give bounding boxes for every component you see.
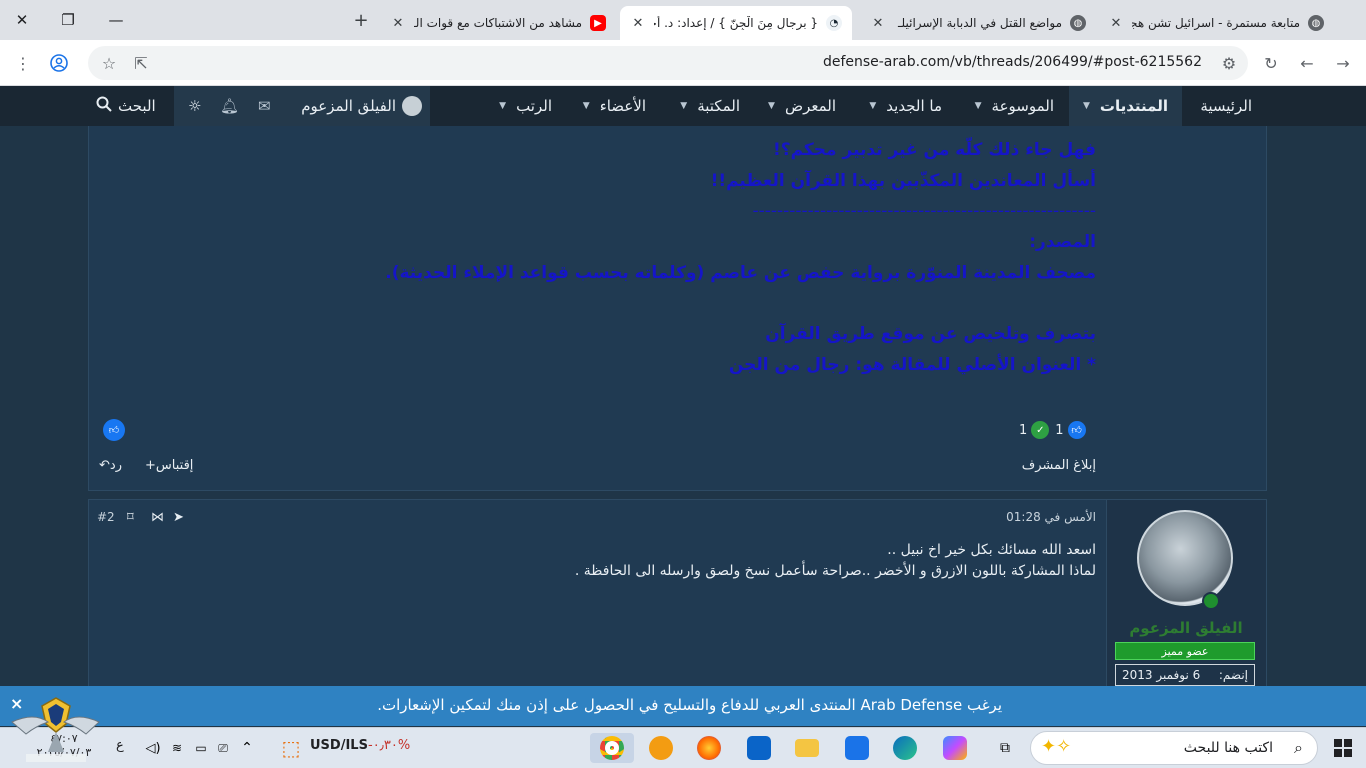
taskbar-search-input[interactable]: ⌕ اكتب هنا للبحث ✦✧ <box>1030 731 1318 765</box>
like-button[interactable]: 👍︎ <box>103 419 125 441</box>
notification-permission-bar: يرغب Arab Defense المنتدى العربي للدفاع … <box>0 686 1366 726</box>
avatar[interactable] <box>1137 510 1233 606</box>
nav-gallery[interactable]: المعرض ▼ <box>768 86 836 126</box>
window-restore-button[interactable]: ❐ <box>46 0 90 40</box>
nav-ranks[interactable]: الرتب ▼ <box>499 86 552 126</box>
chevron-down-icon[interactable]: ▼ <box>499 101 506 111</box>
thumbs-up-icon: 👍︎ <box>1067 421 1086 439</box>
browser-tab[interactable]: ◍ متابعة مستمرة - اسرائيل تشن هجـ ✕ <box>1098 6 1334 40</box>
youtube-icon: ▶ <box>590 15 606 31</box>
chevron-down-icon[interactable]: ▼ <box>768 101 775 111</box>
share-telegram-icon[interactable]: ➤ <box>173 510 184 525</box>
notification-message[interactable]: يرغب Arab Defense المنتدى العربي للدفاع … <box>377 696 1002 714</box>
post-number[interactable]: #2 <box>97 510 115 524</box>
profile-icon[interactable] <box>44 48 74 78</box>
tab-close-icon[interactable]: ✕ <box>390 16 406 31</box>
browser-toolbar: ⋮ ☆ ⇱ defense-arab.com/vb/threads/206499… <box>0 40 1366 86</box>
post-date[interactable]: الأمس في 01:28 <box>1006 510 1096 524</box>
browser-tab[interactable]: ▶ مشاهد من الاشتباكات مع قوات الـ ✕ <box>380 6 616 40</box>
post-author-sidebar: الفيلق المزعوم عضو مميز إنضم: 6 نوفمبر 2… <box>1106 500 1266 700</box>
forum-logo-watermark-icon <box>11 697 100 762</box>
author-name[interactable]: الفيلق المزعوم <box>1106 619 1266 637</box>
site-settings-icon[interactable]: ⚙ <box>1214 48 1244 78</box>
windows-taskbar: ⌕ اكتب هنا للبحث ✦✧ ⧉ -٠٫٣٠% USD/ILS ⬚ ⌃… <box>0 727 1366 768</box>
address-bar[interactable]: ☆ ⇱ defense-arab.com/vb/threads/206499/#… <box>88 46 1248 80</box>
tab-close-icon[interactable]: ✕ <box>630 16 646 31</box>
site-favicon-icon: ◔ <box>826 15 842 31</box>
volume-icon[interactable]: ◁) <box>136 733 170 763</box>
browser-tab[interactable]: ◍ مواضع القتل في الدبابة الإسرائيلـ ✕ <box>860 6 1096 40</box>
search-icon: ⌕ <box>1294 738 1303 757</box>
edge-icon[interactable] <box>888 733 922 763</box>
window-close-button[interactable]: ✕ <box>0 0 44 40</box>
nav-home[interactable]: الرئيسية <box>1200 86 1252 126</box>
forward-icon[interactable]: ← <box>1292 48 1322 78</box>
avatar <box>402 96 422 116</box>
bell-icon[interactable]: 🔔︎ <box>220 86 239 126</box>
share-icon[interactable]: ⋈ <box>151 510 164 525</box>
user-title-badge: عضو مميز <box>1115 642 1255 660</box>
lightbulb-icon[interactable]: ☼ <box>188 86 201 126</box>
forum-navigation: الرئيسية المنتديات ▼ الموسوعة ▼ ما الجديد ▼… <box>0 86 1366 126</box>
new-tab-button[interactable]: + <box>350 8 372 32</box>
globe-icon: ◍ <box>1070 15 1086 31</box>
nav-forums[interactable]: المنتديات ▼ <box>1068 86 1182 126</box>
online-status-icon <box>1202 592 1220 610</box>
reply-arrow-icon: ↶ <box>99 458 110 473</box>
tab-close-icon[interactable]: ✕ <box>1108 16 1124 31</box>
ticker-change: -٠٫٣٠% <box>368 738 411 753</box>
browser-menu-icon[interactable]: ⋮ <box>8 48 38 78</box>
post-message: فهل جاء ذلك كلّه من غير تدبير محكم؟! أسأ… <box>88 126 1267 491</box>
nav-encyclopedia[interactable]: الموسوعة ▼ <box>975 86 1054 126</box>
window-minimize-button[interactable]: — <box>94 0 138 40</box>
user-account-box[interactable]: الفيلق المزعوم ✉ 🔔︎ ☼ <box>174 86 430 126</box>
chevron-down-icon[interactable]: ▼ <box>975 101 982 111</box>
firefox-icon[interactable] <box>692 733 726 763</box>
quote-button[interactable]: +إقتباس <box>145 458 193 473</box>
plus-icon: + <box>145 458 156 473</box>
search-button[interactable]: البحث <box>96 86 156 126</box>
chevron-down-icon[interactable]: ▼ <box>1083 101 1090 111</box>
reactions-summary[interactable]: 1 ✓ 1 👍︎ <box>1019 419 1086 441</box>
reply-button[interactable]: ↶رد <box>99 458 122 473</box>
chevron-down-icon[interactable]: ▼ <box>869 101 876 111</box>
reload-icon[interactable]: ↻ <box>1256 48 1286 78</box>
search-icon <box>96 96 112 116</box>
nav-whats-new[interactable]: ما الجديد ▼ <box>869 86 942 126</box>
ccleaner-icon[interactable] <box>644 733 678 763</box>
back-icon[interactable]: → <box>1328 48 1358 78</box>
checkmark-icon: ✓ <box>1031 421 1050 439</box>
thumbs-up-icon: 👍︎ <box>103 419 125 441</box>
chrome-icon[interactable] <box>590 733 634 763</box>
chevron-down-icon[interactable]: ▼ <box>583 101 590 111</box>
bookmark-icon[interactable]: ⌑ <box>127 510 134 525</box>
globe-icon: ◍ <box>1308 15 1324 31</box>
copilot-icon[interactable] <box>938 733 972 763</box>
install-app-icon[interactable]: ⇱ <box>126 48 156 78</box>
joined-info: إنضم: 6 نوفمبر 2013 <box>1115 664 1255 686</box>
post-message: الأمس في 01:28 ➤ ⋈ ⌑ #2 اسعد الله مسائك … <box>88 499 1267 700</box>
task-view-icon[interactable]: ⧉ <box>988 733 1022 763</box>
outlook-icon[interactable] <box>742 733 776 763</box>
bookmark-star-icon[interactable]: ☆ <box>94 48 124 78</box>
url-text[interactable]: defense-arab.com/vb/threads/206499/#post… <box>823 54 1202 70</box>
browser-tab-strip: ✕ ❐ — ◍ متابعة مستمرة - اسرائيل تشن هجـ … <box>0 0 1366 40</box>
file-explorer-icon[interactable] <box>790 733 824 763</box>
store-icon[interactable] <box>840 733 874 763</box>
report-link[interactable]: إبلاغ المشرف <box>1022 458 1096 473</box>
language-indicator[interactable]: ع <box>116 738 124 753</box>
browser-tab-active[interactable]: ◔ { برجالٍ مِنَ الْجِنّ } / إعداد: د. أح… <box>620 6 852 40</box>
stocks-widget-icon[interactable]: ⬚ <box>274 733 308 763</box>
copilot-sparkle-icon[interactable]: ✦✧ <box>1041 736 1071 757</box>
tab-close-icon[interactable]: ✕ <box>870 16 886 31</box>
user-menu[interactable]: الفيلق المزعوم <box>301 86 422 126</box>
ticker-symbol[interactable]: USD/ILS <box>310 738 368 753</box>
chevron-down-icon[interactable]: ▼ <box>680 101 687 111</box>
nav-library[interactable]: المكتبة ▼ <box>680 86 740 126</box>
windows-start-icon[interactable] <box>1326 733 1360 763</box>
inbox-icon[interactable]: ✉ <box>258 86 271 126</box>
nav-members[interactable]: الأعضاء ▼ <box>583 86 646 126</box>
